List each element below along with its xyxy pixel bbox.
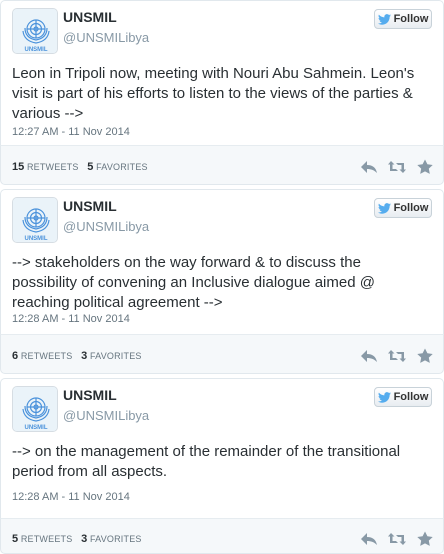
un-emblem-icon: UNSMIL — [13, 387, 57, 431]
favorite-count[interactable]: 3 — [81, 533, 87, 545]
tweet-actions — [360, 531, 434, 547]
retweets-label: RETWEETS — [20, 534, 73, 544]
follow-label: Follow — [393, 13, 429, 25]
favorites-label: FAVORITES — [89, 351, 142, 361]
avatar[interactable]: UNSMIL — [12, 8, 58, 54]
svg-text:UNSMIL: UNSMIL — [25, 425, 48, 431]
star-icon[interactable] — [416, 159, 434, 175]
tweet-stats: 15 RETWEETS 5 FAVORITES — [12, 161, 148, 173]
follow-button[interactable]: Follow — [374, 198, 432, 218]
user-handle[interactable]: @UNSMILibya — [63, 219, 149, 234]
avatar[interactable]: UNSMIL — [12, 197, 58, 243]
display-name[interactable]: UNSMIL — [63, 387, 117, 403]
svg-text:UNSMIL: UNSMIL — [25, 47, 48, 53]
follow-button[interactable]: Follow — [374, 387, 432, 407]
timestamp[interactable]: 12:28 AM - 11 Nov 2014 — [12, 491, 130, 503]
reply-icon[interactable] — [360, 348, 378, 364]
user-handle[interactable]: @UNSMILibya — [63, 30, 149, 45]
tweet-text: --> stakeholders on the way forward & to… — [12, 254, 375, 311]
tweet-card: UNSMIL UNSMIL @UNSMILibya Follow Leon in… — [0, 0, 444, 185]
tweet-card: UNSMIL UNSMIL @UNSMILibya Follow --> sta… — [0, 189, 444, 374]
display-name[interactable]: UNSMIL — [63, 198, 117, 214]
twitter-bird-icon — [377, 13, 391, 25]
follow-label: Follow — [393, 391, 429, 403]
follow-button[interactable]: Follow — [374, 9, 432, 29]
retweet-count[interactable]: 15 — [12, 161, 24, 173]
tweet-actions — [360, 348, 434, 364]
retweet-icon[interactable] — [388, 348, 406, 364]
favorites-label: FAVORITES — [89, 534, 142, 544]
twitter-bird-icon — [377, 391, 391, 403]
timestamp[interactable]: 12:28 AM - 11 Nov 2014 — [12, 313, 130, 325]
timestamp[interactable]: 12:27 AM - 11 Nov 2014 — [12, 126, 130, 138]
retweet-icon[interactable] — [388, 159, 406, 175]
favorite-count[interactable]: 5 — [87, 161, 93, 173]
tweet-stats: 5 RETWEETS 3 FAVORITES — [12, 533, 142, 545]
star-icon[interactable] — [416, 348, 434, 364]
display-name[interactable]: UNSMIL — [63, 9, 117, 25]
tweet-card: UNSMIL UNSMIL @UNSMILibya Follow --> on … — [0, 378, 444, 554]
reply-icon[interactable] — [360, 531, 378, 547]
tweet-text: --> on the management of the remainder o… — [12, 443, 401, 480]
tweet-actions — [360, 159, 434, 175]
retweets-label: RETWEETS — [26, 162, 79, 172]
svg-text:UNSMIL: UNSMIL — [25, 236, 48, 242]
avatar[interactable]: UNSMIL — [12, 386, 58, 432]
follow-label: Follow — [393, 202, 429, 214]
tweet-stats: 6 RETWEETS 3 FAVORITES — [12, 350, 142, 362]
tweet-stack: UNSMIL UNSMIL @UNSMILibya Follow Leon in… — [0, 0, 444, 554]
retweet-icon[interactable] — [388, 531, 406, 547]
retweets-label: RETWEETS — [20, 351, 73, 361]
favorites-label: FAVORITES — [96, 162, 148, 172]
tweet-text: Leon in Tripoli now, meeting with Nouri … — [12, 65, 415, 122]
reply-icon[interactable] — [360, 159, 378, 175]
user-handle[interactable]: @UNSMILibya — [63, 408, 149, 423]
star-icon[interactable] — [416, 531, 434, 547]
retweet-count[interactable]: 6 — [12, 350, 18, 362]
retweet-count[interactable]: 5 — [12, 533, 18, 545]
favorite-count[interactable]: 3 — [81, 350, 87, 362]
twitter-bird-icon — [377, 202, 391, 214]
un-emblem-icon: UNSMIL — [13, 9, 57, 53]
un-emblem-icon: UNSMIL — [13, 198, 57, 242]
